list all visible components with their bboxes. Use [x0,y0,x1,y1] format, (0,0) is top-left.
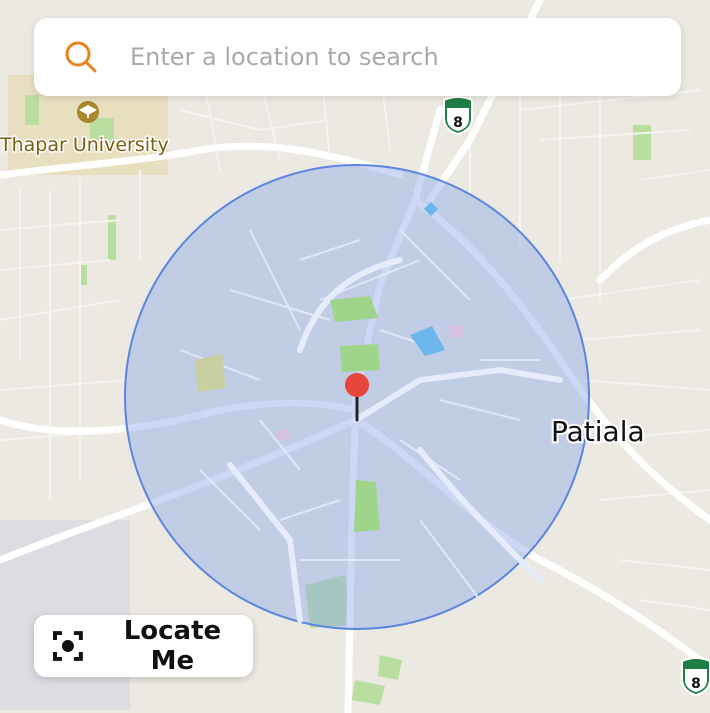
search-input[interactable] [128,42,652,72]
park-area [25,95,39,125]
locate-me-button[interactable]: Locate Me [34,615,253,677]
university-label: Thapar University [0,134,169,156]
park-area [80,265,87,285]
search-icon[interactable] [64,40,98,74]
search-bar[interactable] [34,18,681,96]
highway-number: 8 [691,676,701,692]
crosshair-focus-icon [52,631,83,661]
highway-number: 8 [453,115,463,131]
park-area [330,296,378,322]
poi-area [278,430,290,440]
map-canvas[interactable]: Thapar University Patiala 8 8 [0,0,710,713]
highway-shield-icon: 8 [681,657,710,697]
poi-area [450,325,464,337]
highway-shield-icon: 8 [443,96,473,136]
park-area [195,354,226,392]
park-area [340,344,380,372]
city-label: Patiala [551,415,645,448]
university-icon[interactable] [77,101,99,123]
park-area [354,480,380,532]
locate-me-label: Locate Me [123,616,222,676]
park-area [633,125,651,160]
